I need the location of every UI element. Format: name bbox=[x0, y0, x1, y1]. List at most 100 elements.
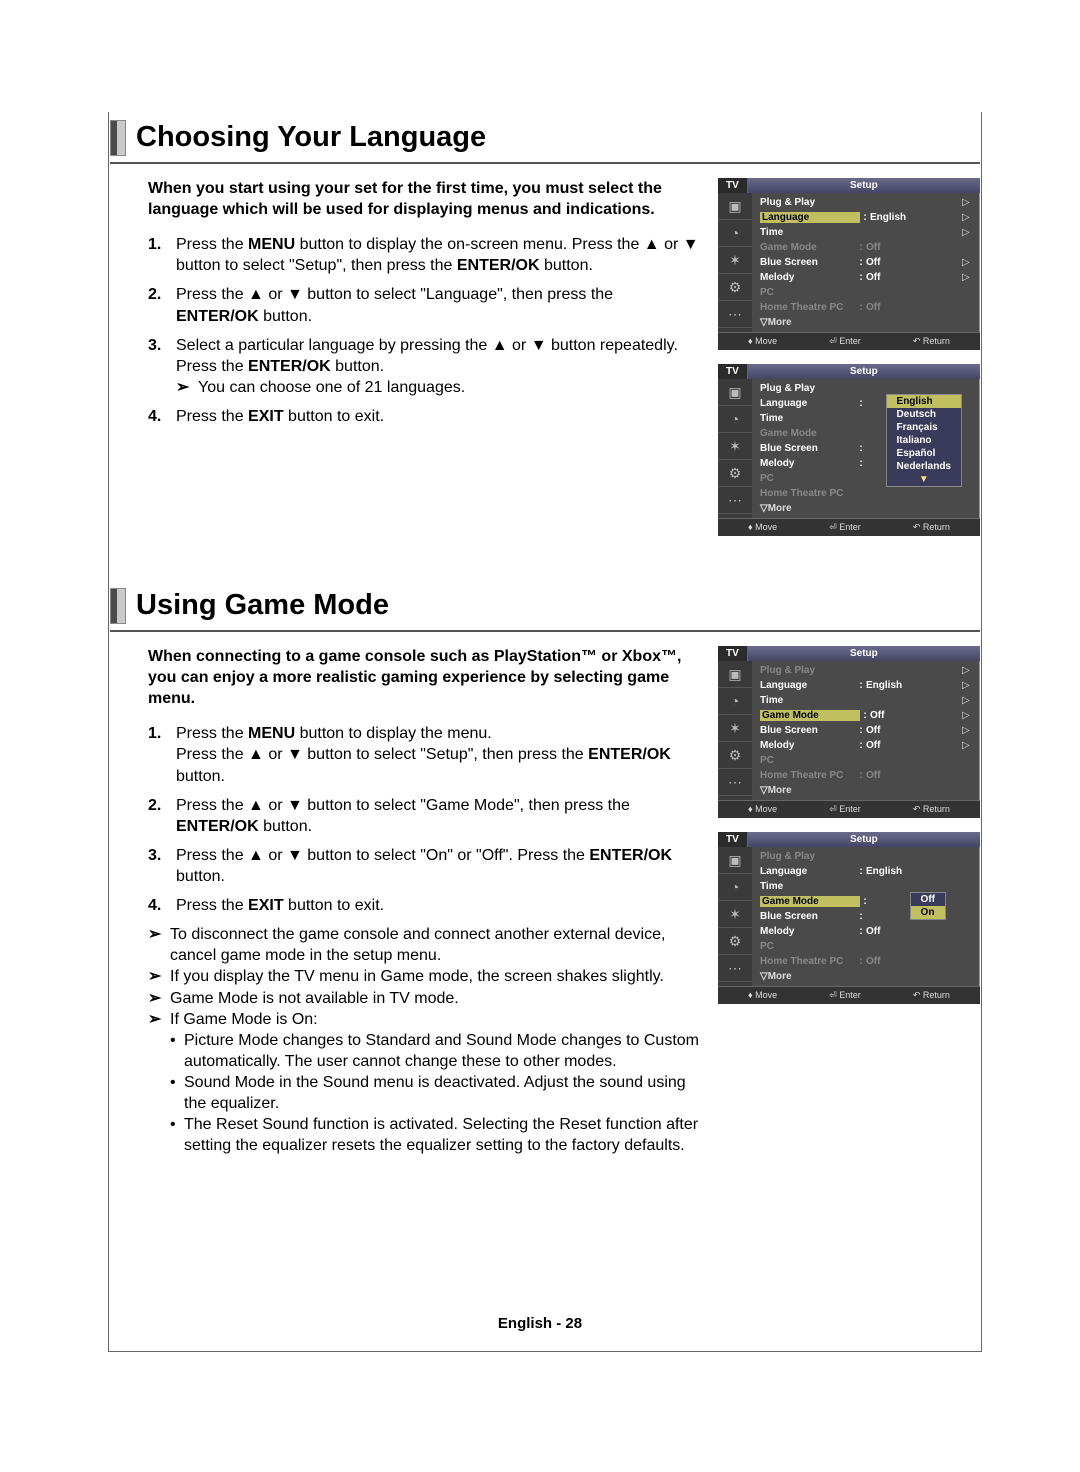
sub-bullets: •Picture Mode changes to Standard and So… bbox=[170, 1030, 700, 1157]
section1-intro: When you start using your set for the fi… bbox=[148, 178, 700, 220]
section-choosing-language: Choosing Your Language When you start us… bbox=[110, 120, 980, 550]
osd-row: Time▷ bbox=[760, 693, 974, 708]
osd-row: Home Theatre PC:Off bbox=[760, 300, 974, 315]
step-number: 1. bbox=[148, 723, 176, 786]
osd-tabs: ▣◔✶⚙⋯ bbox=[718, 661, 752, 800]
osd-enter-hint: ⏎ Enter bbox=[829, 336, 861, 347]
osd-row: Plug & Play bbox=[760, 849, 974, 864]
step-body: Press the ▲ or ▼ button to select "On" o… bbox=[176, 845, 700, 887]
osd-tab-icon: ⚙ bbox=[718, 274, 752, 301]
step-item: 2.Press the ▲ or ▼ button to select "Gam… bbox=[148, 795, 700, 837]
osd-tab-icon: ▣ bbox=[718, 847, 752, 874]
osd-row: Plug & Play▷ bbox=[760, 663, 974, 678]
page-footer: English - 28 bbox=[0, 1315, 1080, 1332]
step-item: 2.Press the ▲ or ▼ button to select "Lan… bbox=[148, 284, 700, 326]
osd-tab-icon: ⚙ bbox=[718, 742, 752, 769]
osd-tab-icon: ⋯ bbox=[718, 301, 752, 328]
step-body: Press the EXIT button to exit. bbox=[176, 895, 700, 916]
step-body: Press the MENU button to display the on-… bbox=[176, 234, 700, 276]
osd-enter-hint: ⏎ Enter bbox=[829, 990, 861, 1001]
dropdown-more-icon: ▼ bbox=[887, 473, 961, 486]
osd-move-hint: ♦ Move bbox=[748, 522, 777, 533]
language-dropdown: EnglishDeutschFrançaisItalianoEspañolNed… bbox=[886, 394, 962, 487]
osd-row: Game Mode:Off▷ bbox=[760, 708, 974, 723]
osd-tab-icon: ⋯ bbox=[718, 955, 752, 982]
osd-setup-label: Setup bbox=[748, 178, 980, 193]
language-option: Nederlands bbox=[887, 460, 961, 473]
step-number: 2. bbox=[148, 284, 176, 326]
language-option: Español bbox=[887, 447, 961, 460]
osd-tab-icon: ✶ bbox=[718, 715, 752, 742]
language-option: English bbox=[887, 395, 961, 408]
osd-tab-icon: ◔ bbox=[718, 220, 752, 247]
osd-screenshot-3: TVSetup▣◔✶⚙⋯Plug & Play▷Language:English… bbox=[718, 646, 980, 818]
osd-tab-icon: ✶ bbox=[718, 247, 752, 274]
osd-row: ▽More bbox=[760, 501, 974, 516]
osd-footer: ♦ Move ⏎ Enter ↶ Return bbox=[718, 986, 980, 1004]
note-row: ➢Game Mode is not available in TV mode. bbox=[148, 988, 700, 1009]
osd-row: PC bbox=[760, 285, 974, 300]
osd-row: Blue Screen:Off▷ bbox=[760, 255, 974, 270]
osd-tabs: ▣◔✶⚙⋯ bbox=[718, 193, 752, 332]
step-item: 3.Select a particular language by pressi… bbox=[148, 335, 700, 398]
osd-row: Melody:Off▷ bbox=[760, 270, 974, 285]
osd-row: PC bbox=[760, 753, 974, 768]
step-item: 4.Press the EXIT button to exit. bbox=[148, 895, 700, 916]
step-number: 3. bbox=[148, 335, 176, 398]
osd-move-hint: ♦ Move bbox=[748, 804, 777, 815]
step-body: Press the ▲ or ▼ button to select "Game … bbox=[176, 795, 700, 837]
osd-row: Home Theatre PC bbox=[760, 486, 974, 501]
osd-tab-icon: ◔ bbox=[718, 688, 752, 715]
note-row: ➢To disconnect the game console and conn… bbox=[148, 924, 700, 966]
osd-screenshot-1: TVSetup▣◔✶⚙⋯Plug & Play▷Language:English… bbox=[718, 178, 980, 350]
note-row: ➢If you display the TV menu in Game mode… bbox=[148, 966, 700, 987]
step-body: Select a particular language by pressing… bbox=[176, 335, 700, 398]
heading-bar-icon bbox=[110, 120, 126, 156]
step-body: Press the ▲ or ▼ button to select "Langu… bbox=[176, 284, 700, 326]
language-option: Deutsch bbox=[887, 408, 961, 421]
section-game-mode: Using Game Mode When connecting to a gam… bbox=[110, 588, 980, 1156]
osd-tab-icon: ◔ bbox=[718, 406, 752, 433]
osd-tab-icon: ✶ bbox=[718, 433, 752, 460]
step-body: Press the EXIT button to exit. bbox=[176, 406, 700, 427]
step-item: 4.Press the EXIT button to exit. bbox=[148, 406, 700, 427]
section2-steps: 1.Press the MENU button to display the m… bbox=[148, 723, 700, 916]
osd-return-hint: ↶ Return bbox=[913, 804, 950, 815]
osd-screenshot-2: TVSetup▣◔✶⚙⋯Plug & PlayLanguage:TimeGame… bbox=[718, 364, 980, 536]
osd-tab-icon: ⋯ bbox=[718, 487, 752, 514]
osd-row: Language:English▷ bbox=[760, 210, 974, 225]
osd-tab-icon: ⚙ bbox=[718, 460, 752, 487]
step-item: 3.Press the ▲ or ▼ button to select "On"… bbox=[148, 845, 700, 887]
osd-setup-label: Setup bbox=[748, 832, 980, 847]
step-number: 2. bbox=[148, 795, 176, 837]
osd-row: ▽More bbox=[760, 315, 974, 330]
osd-row: Plug & Play▷ bbox=[760, 195, 974, 210]
osd-setup-label: Setup bbox=[748, 364, 980, 379]
osd-move-hint: ♦ Move bbox=[748, 336, 777, 347]
section2-intro: When connecting to a game console such a… bbox=[148, 646, 700, 709]
section1-title: Choosing Your Language bbox=[136, 122, 486, 154]
osd-screenshot-4: TVSetup▣◔✶⚙⋯Plug & PlayLanguage:EnglishT… bbox=[718, 832, 980, 1004]
gamemode-dropdown: OffOn bbox=[910, 892, 946, 920]
osd-row: Melody:Off bbox=[760, 924, 974, 939]
osd-tv-label: TV bbox=[718, 832, 748, 847]
step-item: 1.Press the MENU button to display the o… bbox=[148, 234, 700, 276]
osd-row: PC bbox=[760, 939, 974, 954]
osd-move-hint: ♦ Move bbox=[748, 990, 777, 1001]
osd-footer: ♦ Move⏎ Enter↶ Return bbox=[718, 332, 980, 350]
osd-return-hint: ↶ Return bbox=[913, 522, 950, 533]
osd-footer: ♦ Move⏎ Enter↶ Return bbox=[718, 518, 980, 536]
step-number: 3. bbox=[148, 845, 176, 887]
osd-row: ▽More bbox=[760, 783, 974, 798]
note-row: ➢You can choose one of 21 languages. bbox=[176, 377, 700, 398]
osd-tv-label: TV bbox=[718, 646, 748, 661]
osd-tab-icon: ⚙ bbox=[718, 928, 752, 955]
osd-tab-icon: ◔ bbox=[718, 874, 752, 901]
bullet-item: •Picture Mode changes to Standard and So… bbox=[170, 1030, 700, 1072]
osd-return-hint: ↶ Return bbox=[913, 990, 950, 1001]
osd-tabs: ▣◔✶⚙⋯ bbox=[718, 847, 752, 986]
osd-row: Language:English bbox=[760, 864, 974, 879]
osd-tab-icon: ▣ bbox=[718, 379, 752, 406]
step-number: 4. bbox=[148, 406, 176, 427]
osd-row: ▽More bbox=[760, 969, 974, 984]
